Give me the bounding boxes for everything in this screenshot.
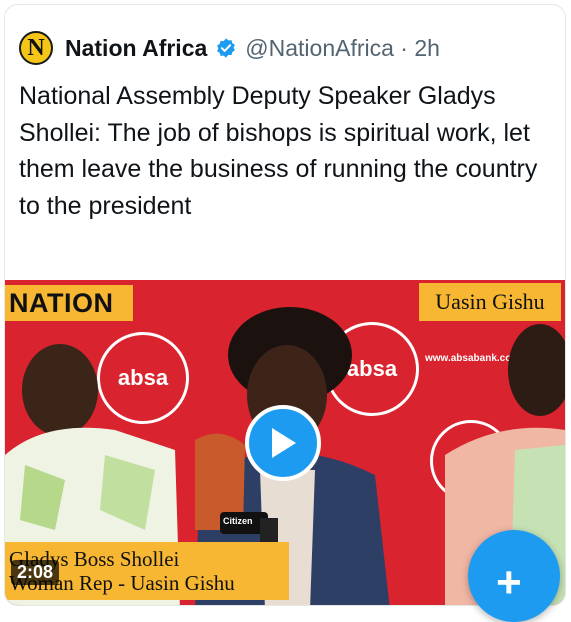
location-tag: Uasin Gishu [419,283,561,321]
tweet-text: National Assembly Deputy Speaker Gladys … [19,82,538,220]
handle-and-time[interactable]: @NationAfrica · 2h [245,35,440,62]
play-icon [272,428,296,458]
avatar[interactable]: N [19,31,53,65]
verified-badge-icon [217,38,236,58]
author-name[interactable]: Nation Africa [65,35,207,62]
video-duration: 2:08 [11,560,60,585]
play-button[interactable] [245,405,321,481]
compose-button[interactable]: + [468,530,560,622]
mic-label: Citizen [223,516,253,526]
tweet-card[interactable]: N Nation Africa @NationAfrica · 2h Natio… [4,4,566,606]
nation-logo: NATION [5,285,133,321]
compose-icon: + [496,558,522,607]
tweet-header: N Nation Africa @NationAfrica · 2h [19,29,440,67]
